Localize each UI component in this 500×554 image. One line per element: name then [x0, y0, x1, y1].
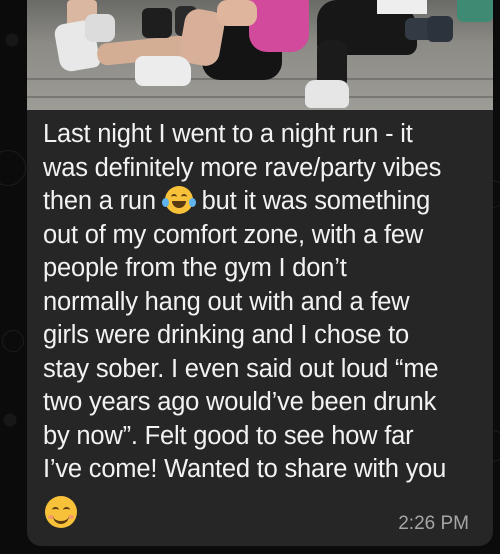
message-line: stay sober. I even said out loud “me: [43, 354, 439, 383]
person-arm: [217, 0, 257, 26]
white-shirt: [377, 0, 427, 14]
message-line: by now”. Felt good to see how far: [43, 421, 414, 450]
white-sneaker: [305, 80, 349, 108]
message-line: people from the gym I don’t: [43, 254, 347, 282]
black-sneaker: [142, 8, 172, 38]
message-line: two years ago would’ve been drunk: [43, 388, 437, 416]
attached-photo[interactable]: [27, 0, 493, 110]
background-doodle: [2, 330, 24, 352]
message-line: was definitely more rave/party vibes: [43, 153, 442, 182]
message-line: out of my comfort zone, with a few: [43, 220, 424, 249]
green-object: [457, 0, 493, 22]
message-line: girls were drinking and I chose to: [43, 321, 409, 349]
white-sneaker: [135, 56, 191, 86]
message-bubble[interactable]: Last night I went to a night run - it wa…: [27, 0, 493, 546]
message-line: normally hang out with and a few: [43, 287, 410, 316]
dark-sneaker: [427, 16, 453, 42]
message-line: I’ve come! Wanted to share with you: [43, 455, 447, 483]
pavement-line: [27, 96, 493, 98]
laughing-with-tears-emoji: [161, 186, 196, 214]
pink-top: [249, 0, 309, 52]
message-line: then a run: [43, 187, 163, 215]
message-timestamp: 2:26 PM: [398, 513, 469, 534]
message-text: Last night I went to a night run - it wa…: [43, 118, 481, 487]
smiling-face-emoji: [45, 496, 77, 528]
message-line: but it was something: [194, 187, 431, 215]
background-doodle: [0, 150, 26, 186]
message-line: Last night I went to a night run - it: [43, 120, 413, 148]
white-sneaker: [85, 14, 115, 42]
